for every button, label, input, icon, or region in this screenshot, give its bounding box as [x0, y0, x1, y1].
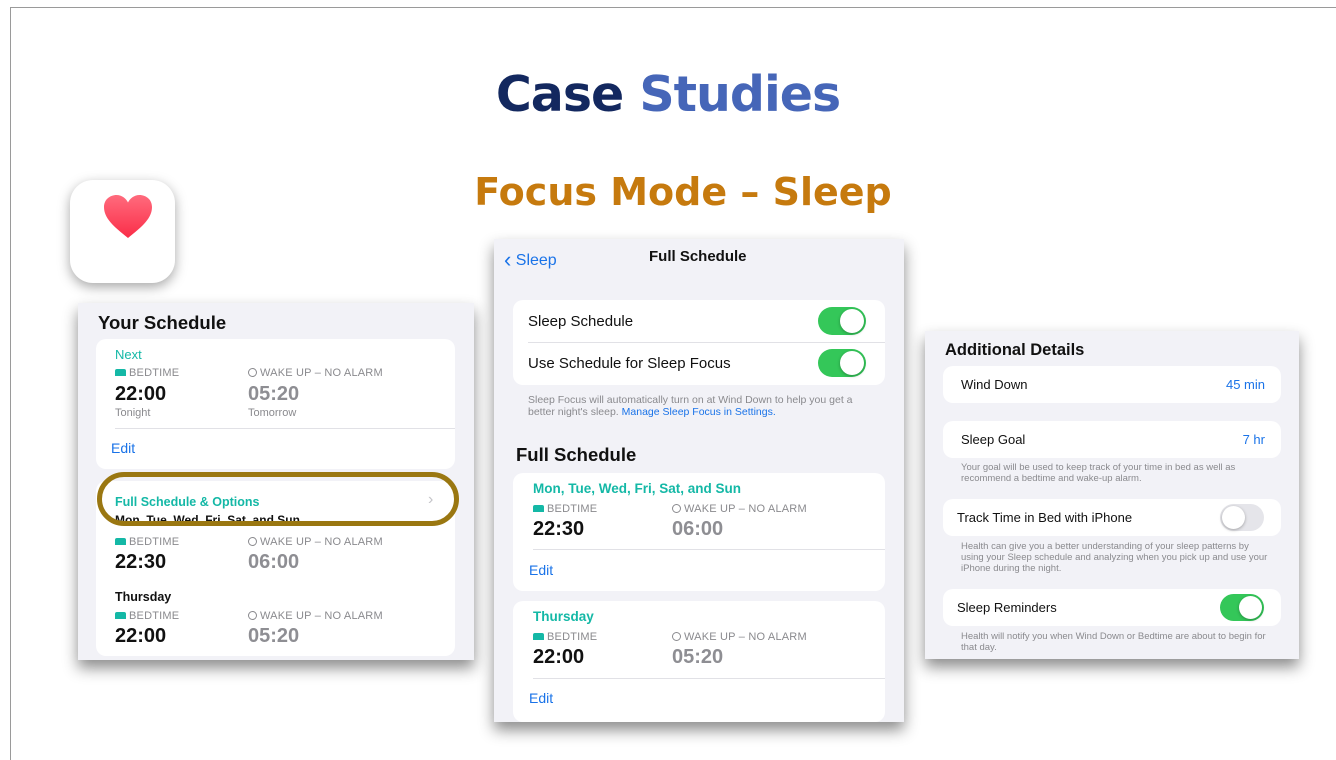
toggles-card: Sleep Schedule Use Schedule for Sleep Fo… — [513, 300, 885, 385]
title-word-case: Case — [495, 66, 624, 123]
divider — [533, 678, 885, 679]
sleep-reminders-label: Sleep Reminders — [957, 600, 1057, 615]
wind-down-value: 45 min — [1225, 377, 1265, 392]
schedule-card-thursday: Thursday BEDTIME WAKE UP – NO ALARM 22:0… — [513, 601, 885, 722]
alarm-clock-icon — [672, 504, 681, 513]
wake-label: WAKE UP – NO ALARM — [248, 610, 383, 622]
bedtime-label: BEDTIME — [115, 367, 179, 379]
wake-value: 05:20 — [248, 383, 300, 405]
edit-button[interactable]: Edit — [529, 562, 553, 578]
divider — [528, 342, 885, 343]
track-time-row: Track Time in Bed with iPhone — [943, 499, 1281, 536]
sleep-reminders-note: Health will notify you when Wind Down or… — [961, 631, 1266, 653]
manage-sleep-focus-link[interactable]: Manage Sleep Focus in Settings. — [622, 406, 776, 418]
bedtime-label: BEDTIME — [115, 536, 179, 548]
bedtime-value: 22:00 — [533, 646, 585, 668]
sleep-goal-note: Your goal will be used to keep track of … — [961, 462, 1236, 484]
use-schedule-focus-label: Use Schedule for Sleep Focus — [528, 355, 731, 372]
bedtime-value: 22:00 — [115, 625, 167, 647]
chevron-left-icon: ‹ — [504, 247, 512, 272]
track-time-toggle[interactable] — [1220, 504, 1264, 531]
sleep-reminders-toggle[interactable] — [1220, 594, 1264, 621]
additional-details-screenshot: Additional Details Wind Down 45 min Slee… — [925, 331, 1299, 659]
full-schedule-screenshot: ‹ Sleep Full Schedule Sleep Schedule Use… — [494, 239, 904, 722]
track-time-label: Track Time in Bed with iPhone — [957, 510, 1133, 525]
wake-label: WAKE UP – NO ALARM — [248, 367, 383, 379]
edit-button[interactable]: Edit — [111, 440, 135, 456]
bed-icon — [115, 369, 126, 376]
highlight-ring — [97, 472, 459, 526]
schedule-card-weekdays: Mon, Tue, Wed, Fri, Sat, and Sun BEDTIME… — [513, 473, 885, 591]
health-app-icon — [70, 180, 175, 283]
heart-icon — [104, 195, 152, 238]
wind-down-row[interactable]: Wind Down 45 min — [943, 366, 1281, 403]
sleep-focus-note: Sleep Focus will automatically turn on a… — [528, 394, 853, 418]
wind-down-label: Wind Down — [961, 377, 1028, 392]
wake-value: 06:00 — [672, 518, 724, 540]
sleep-schedule-label: Sleep Schedule — [528, 313, 634, 330]
bedtime-day: Tonight — [115, 407, 151, 419]
bedtime-value: 22:30 — [533, 518, 585, 540]
edit-button[interactable]: Edit — [529, 690, 553, 706]
bedtime-value: 22:00 — [115, 383, 167, 405]
days-label: Thursday — [533, 609, 594, 624]
wake-day: Tomorrow — [248, 407, 297, 419]
bed-icon — [533, 633, 544, 640]
sleep-reminders-row: Sleep Reminders — [943, 589, 1281, 626]
bed-icon — [115, 538, 126, 545]
sleep-goal-label: Sleep Goal — [961, 432, 1026, 447]
divider — [115, 428, 455, 429]
days-label: Mon, Tue, Wed, Fri, Sat, and Sun — [533, 481, 742, 496]
nav-title: Full Schedule — [649, 248, 747, 265]
back-button[interactable]: ‹ Sleep — [504, 247, 557, 273]
sleep-schedule-toggle[interactable] — [818, 307, 866, 335]
additional-details-title: Additional Details — [945, 341, 1085, 359]
full-schedule-section-title: Full Schedule — [516, 444, 637, 465]
your-schedule-title: Your Schedule — [98, 312, 227, 333]
use-schedule-focus-toggle[interactable] — [818, 349, 866, 377]
slide-title: Case Studies — [0, 66, 1336, 123]
wake-label: WAKE UP – NO ALARM — [248, 536, 383, 548]
sleep-goal-row[interactable]: Sleep Goal 7 hr — [943, 421, 1281, 458]
bedtime-label: BEDTIME — [115, 610, 179, 622]
bedtime-label: BEDTIME — [533, 631, 597, 643]
alarm-clock-icon — [248, 611, 257, 620]
sleep-goal-value: 7 hr — [1242, 432, 1265, 447]
wake-label: WAKE UP – NO ALARM — [672, 631, 807, 643]
bedtime-label: BEDTIME — [533, 503, 597, 515]
thursday-label: Thursday — [115, 590, 172, 604]
alarm-clock-icon — [248, 368, 257, 377]
track-time-note: Health can give you a better understandi… — [961, 541, 1268, 574]
bed-icon — [533, 505, 544, 512]
next-card: Next BEDTIME WAKE UP – NO ALARM 22:00 05… — [96, 339, 455, 469]
title-word-studies: Studies — [639, 66, 841, 123]
divider — [533, 549, 885, 550]
wake-value: 05:20 — [248, 625, 300, 647]
slide-subtitle: Focus Mode – Sleep — [474, 170, 892, 214]
wake-label: WAKE UP – NO ALARM — [672, 503, 807, 515]
wake-value: 05:20 — [672, 646, 724, 668]
alarm-clock-icon — [672, 632, 681, 641]
alarm-clock-icon — [248, 537, 257, 546]
wake-value: 06:00 — [248, 551, 300, 573]
bedtime-value: 22:30 — [115, 551, 167, 573]
bed-icon — [115, 612, 126, 619]
next-label: Next — [115, 347, 142, 362]
